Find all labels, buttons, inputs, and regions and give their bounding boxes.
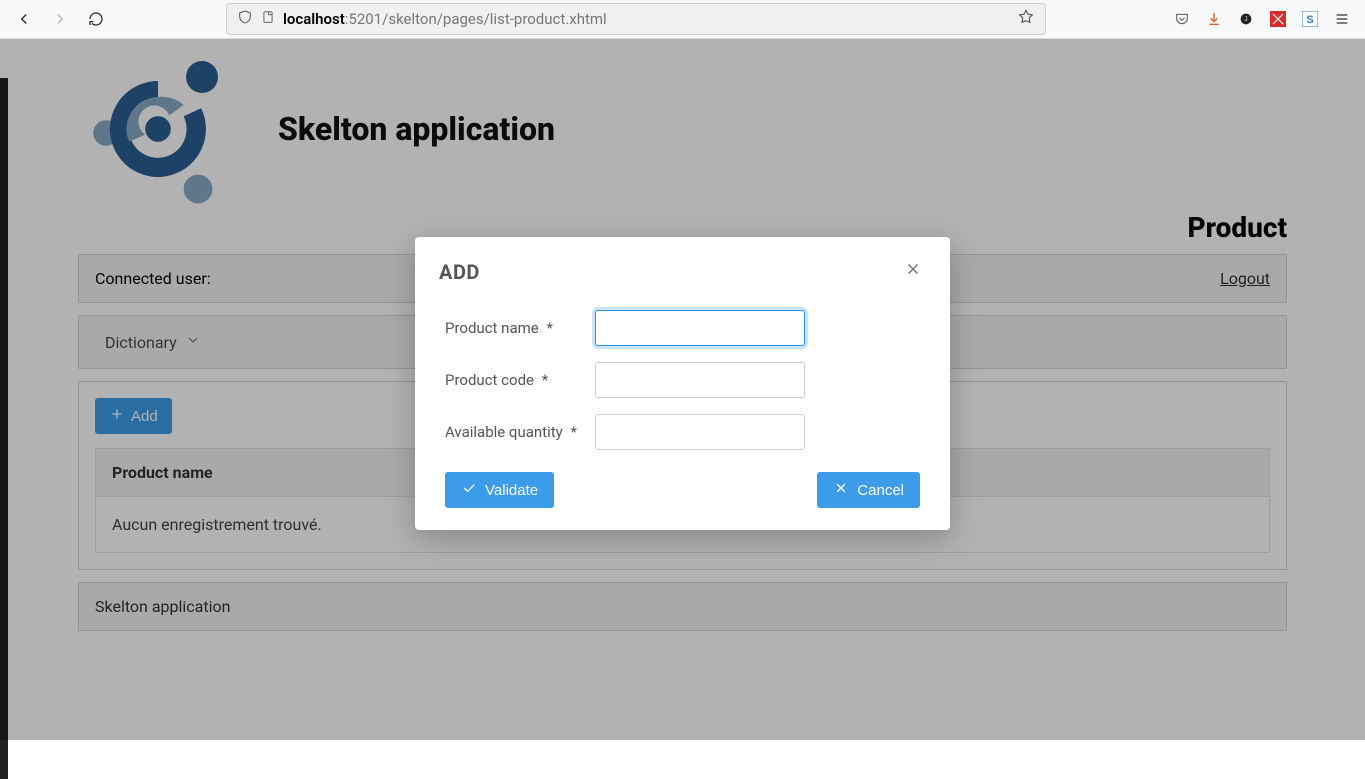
validate-button[interactable]: Validate: [445, 472, 554, 508]
available-qty-label: Available quantity *: [445, 423, 595, 441]
dialog-close-button[interactable]: [900, 255, 926, 288]
bookmark-star-icon[interactable]: [1017, 8, 1035, 30]
forward-button[interactable]: [44, 3, 76, 35]
extension-red-icon[interactable]: [1269, 10, 1287, 28]
product-name-label: Product name *: [445, 319, 595, 337]
pocket-icon[interactable]: [1173, 10, 1191, 28]
url-bar[interactable]: localhost:5201/skelton/pages/list-produc…: [226, 3, 1046, 35]
download-icon[interactable]: [1205, 10, 1223, 28]
check-icon: [461, 480, 477, 500]
svg-text:J: J: [1245, 17, 1248, 23]
x-icon: [833, 480, 849, 500]
browser-toolbar: localhost:5201/skelton/pages/list-produc…: [0, 0, 1365, 39]
available-qty-input[interactable]: [595, 414, 805, 450]
add-dialog: ADD Product name * Product: [415, 237, 950, 530]
url-text: localhost:5201/skelton/pages/list-produc…: [283, 10, 607, 28]
svg-text:S: S: [1306, 14, 1313, 26]
scrollbar[interactable]: [1353, 78, 1363, 779]
validate-button-label: Validate: [485, 482, 538, 499]
product-code-label: Product code *: [445, 371, 595, 389]
toolbar-right: J S: [1173, 10, 1357, 28]
close-icon: [904, 259, 922, 284]
extension-s-icon[interactable]: S: [1301, 10, 1319, 28]
cancel-button-label: Cancel: [857, 482, 904, 499]
hamburger-menu-icon[interactable]: [1333, 10, 1351, 28]
cancel-button[interactable]: Cancel: [817, 472, 920, 508]
dialog-title: ADD: [439, 260, 480, 284]
account-icon[interactable]: J: [1237, 10, 1255, 28]
back-button[interactable]: [8, 3, 40, 35]
shield-icon: [237, 9, 253, 29]
product-name-input[interactable]: [595, 310, 805, 346]
product-code-input[interactable]: [595, 362, 805, 398]
page-icon: [261, 10, 275, 28]
modal-overlay: ADD Product name * Product: [0, 39, 1365, 740]
reload-button[interactable]: [80, 3, 112, 35]
